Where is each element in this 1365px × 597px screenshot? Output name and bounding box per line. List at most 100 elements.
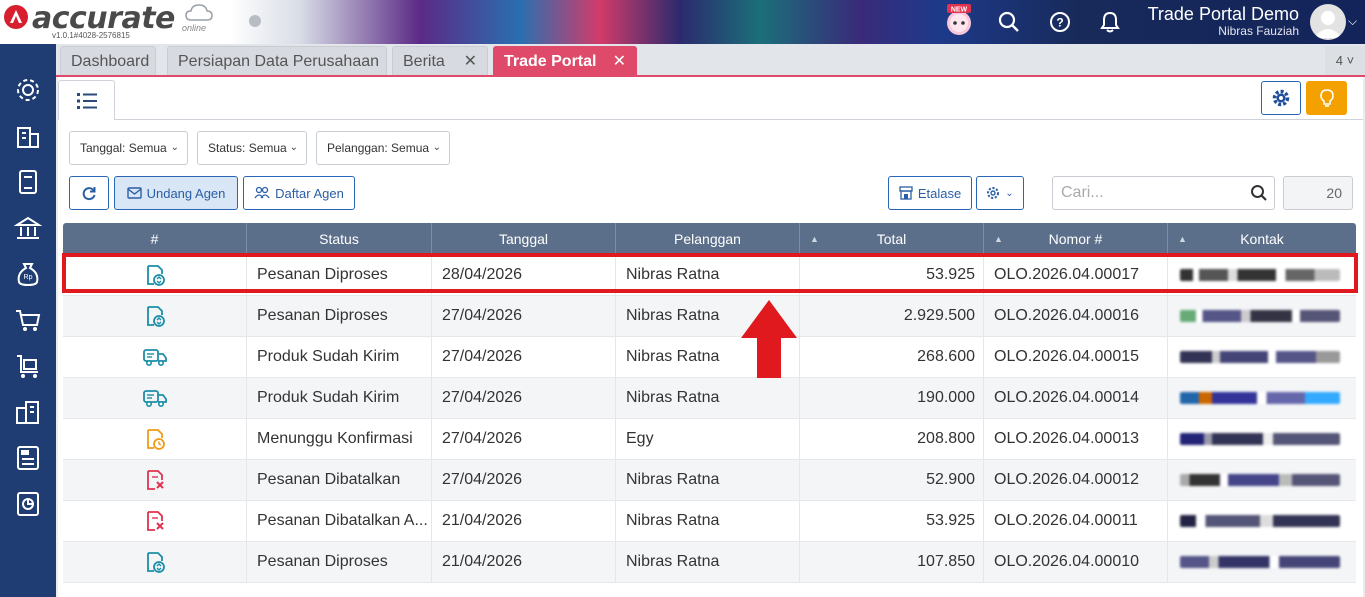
table-row[interactable]: Pesanan Dibatalkan A... 21/04/2026 Nibras … bbox=[63, 501, 1356, 542]
search-box bbox=[1052, 176, 1275, 210]
shopping-cart-icon[interactable] bbox=[14, 306, 42, 334]
tab-label: Berita bbox=[403, 53, 445, 70]
new-badge: NEW bbox=[951, 7, 968, 14]
customer-cell: Nibras Ratna bbox=[616, 542, 800, 582]
envelope-icon bbox=[126, 187, 142, 199]
user-info[interactable]: Trade Portal Demo Nibras Fauziah bbox=[1148, 4, 1299, 38]
redacted-contact bbox=[1180, 433, 1340, 445]
redacted-contact bbox=[1180, 556, 1340, 568]
total-cell: 53.925 bbox=[800, 501, 984, 541]
column-header-total[interactable]: ▲ Total bbox=[800, 223, 984, 255]
table-row[interactable]: Menunggu Konfirmasi 27/04/2026 Egy 208.800 O… bbox=[63, 419, 1356, 460]
table-row[interactable]: Produk Sudah Kirim 27/04/2026 Nibras Ratna… bbox=[63, 337, 1356, 378]
search-icon[interactable] bbox=[1250, 184, 1268, 202]
column-header-label: Total bbox=[876, 231, 907, 247]
chevron-down-icon: ⌄ bbox=[1005, 187, 1014, 199]
column-header-label: # bbox=[150, 231, 159, 247]
invite-agent-button[interactable]: Undang Agen bbox=[114, 176, 238, 210]
total-cell: 190.000 bbox=[800, 378, 984, 418]
sort-icon: ▲ bbox=[994, 234, 1003, 244]
column-header-status[interactable]: Status bbox=[247, 223, 432, 255]
list-view-tab[interactable] bbox=[58, 80, 115, 120]
tab-trade-portal[interactable]: Trade Portal ✕ bbox=[493, 46, 637, 76]
tax-document-icon[interactable] bbox=[14, 444, 42, 472]
customer-filter[interactable]: Pelanggan: Semua ⌄ bbox=[316, 131, 450, 165]
chevron-down-icon: ⌄ bbox=[432, 142, 441, 153]
tab-dashboard[interactable]: Dashboard bbox=[60, 46, 156, 76]
redacted-contact bbox=[1180, 351, 1340, 363]
order-number-cell: OLO.2026.04.00012 bbox=[984, 460, 1168, 500]
table-row[interactable]: Pesanan Diproses 27/04/2026 Nibras Ratna 2.… bbox=[63, 296, 1356, 337]
column-header-number[interactable]: ▲ Nomor # bbox=[984, 223, 1168, 255]
money-bag-icon[interactable]: Rp bbox=[14, 260, 42, 288]
column-header-label: Status bbox=[319, 231, 359, 247]
close-icon[interactable]: ✕ bbox=[613, 47, 626, 77]
close-icon[interactable]: ✕ bbox=[464, 47, 477, 77]
accurate-logo[interactable]: accurate online v1.0.1#4028-2576815 bbox=[4, 1, 219, 41]
refresh-button[interactable] bbox=[69, 176, 109, 210]
chevron-down-icon: ⌄ bbox=[289, 142, 298, 153]
search-icon[interactable] bbox=[995, 8, 1023, 36]
ledger-book-icon[interactable] bbox=[14, 168, 42, 196]
help-icon[interactable]: ? bbox=[1046, 8, 1074, 36]
total-cell: 52.900 bbox=[800, 460, 984, 500]
status-filter[interactable]: Status: Semua ⌄ bbox=[197, 131, 307, 165]
inventory-cart-icon[interactable] bbox=[14, 352, 42, 380]
avatar[interactable] bbox=[1310, 4, 1346, 40]
etalase-label: Etalase bbox=[917, 185, 962, 201]
settings-gear-icon[interactable] bbox=[14, 76, 42, 104]
etalase-button[interactable]: Etalase bbox=[888, 176, 972, 210]
column-header-date[interactable]: Tanggal bbox=[432, 223, 616, 255]
order-processing-icon bbox=[63, 542, 247, 582]
company-building-icon[interactable] bbox=[14, 122, 42, 150]
contact-cell bbox=[1168, 378, 1356, 418]
redacted-contact bbox=[1180, 515, 1340, 527]
order-cancelled-icon bbox=[63, 501, 247, 541]
tab-persiapan-data[interactable]: Persiapan Data Perusahaan bbox=[167, 46, 387, 76]
status-cell: Produk Sudah Kirim bbox=[247, 378, 432, 418]
report-chart-icon[interactable] bbox=[14, 490, 42, 518]
bank-icon[interactable] bbox=[14, 214, 42, 242]
company-name: Trade Portal Demo bbox=[1147, 4, 1299, 24]
agent-list-button[interactable]: Daftar Agen bbox=[243, 176, 355, 210]
table-row[interactable]: Produk Sudah Kirim 27/04/2026 Nibras Ratna… bbox=[63, 378, 1356, 419]
date-filter[interactable]: Tanggal: Semua ⌄ bbox=[69, 131, 188, 165]
tab-berita[interactable]: Berita ✕ bbox=[392, 46, 488, 76]
total-cell: 107.850 bbox=[800, 542, 984, 582]
red-arrow-annotation bbox=[741, 300, 797, 378]
chevron-down-icon[interactable]: ⌵ bbox=[1348, 14, 1357, 29]
status-cell: Produk Sudah Kirim bbox=[247, 337, 432, 377]
buildings-icon[interactable] bbox=[14, 398, 42, 426]
customer-cell: Nibras Ratna bbox=[616, 460, 800, 500]
column-settings-button[interactable]: ⌄ bbox=[976, 176, 1024, 210]
date-cell: 21/04/2026 bbox=[432, 542, 616, 582]
column-header-index[interactable]: # bbox=[63, 223, 247, 255]
highlight-box bbox=[62, 253, 1358, 293]
app-version: v1.0.1#4028-2576815 bbox=[52, 31, 130, 40]
logo-online: online bbox=[182, 23, 207, 33]
order-number-cell: OLO.2026.04.00014 bbox=[984, 378, 1168, 418]
tab-count-dropdown[interactable]: 4 ˅ bbox=[1325, 46, 1365, 76]
notification-bell-icon[interactable] bbox=[1096, 8, 1124, 36]
settings-button[interactable] bbox=[1261, 81, 1301, 115]
gear-icon bbox=[1272, 89, 1290, 107]
table-row[interactable]: Pesanan Diproses 21/04/2026 Nibras Ratna 10… bbox=[63, 542, 1356, 583]
tips-button[interactable] bbox=[1306, 81, 1347, 115]
status-cell: Pesanan Diproses bbox=[247, 542, 432, 582]
chevron-down-icon: ˅ bbox=[1346, 53, 1355, 68]
status-dot bbox=[249, 15, 261, 27]
gear-icon bbox=[987, 187, 1000, 199]
tab-label: Trade Portal bbox=[504, 53, 597, 70]
order-number-cell: OLO.2026.04.00016 bbox=[984, 296, 1168, 336]
page-size-field[interactable]: 20 bbox=[1283, 176, 1353, 210]
column-header-customer[interactable]: Pelanggan bbox=[616, 223, 800, 255]
tab-bar: Dashboard Persiapan Data Perusahaan Beri… bbox=[56, 44, 1365, 76]
contact-cell bbox=[1168, 501, 1356, 541]
order-number-cell: OLO.2026.04.00013 bbox=[984, 419, 1168, 459]
column-header-contact[interactable]: ▲ Kontak bbox=[1168, 223, 1356, 255]
order-processing-icon bbox=[63, 296, 247, 336]
new-features-avatar[interactable]: NEW bbox=[944, 4, 974, 36]
table-row[interactable]: Pesanan Dibatalkan 27/04/2026 Nibras Ratna… bbox=[63, 460, 1356, 501]
search-input[interactable] bbox=[1053, 177, 1238, 209]
order-number-cell: OLO.2026.04.00010 bbox=[984, 542, 1168, 582]
